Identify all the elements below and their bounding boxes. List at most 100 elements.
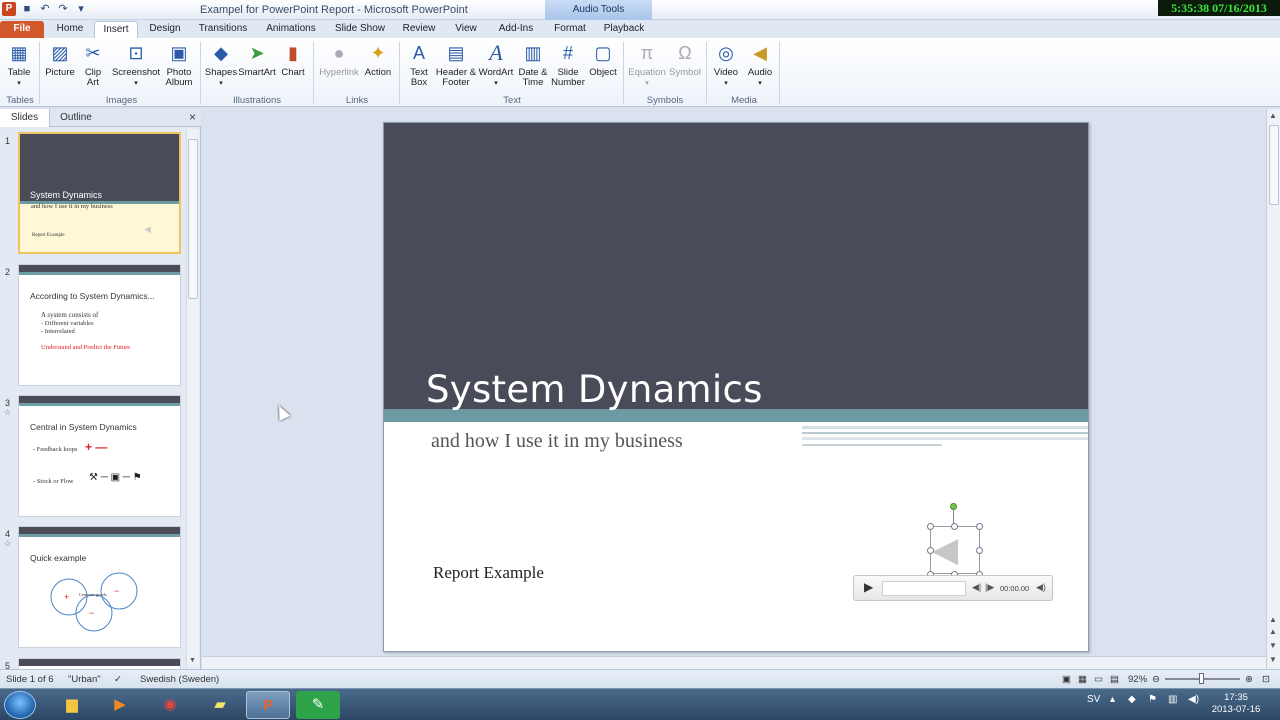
slide-footer-text[interactable]: Report Example (433, 563, 544, 583)
slides-pane-scrollbar[interactable]: ▼ (186, 129, 199, 667)
scroll-down-icon[interactable]: ▼ (1269, 655, 1277, 664)
slide-title[interactable]: System Dynamics (426, 368, 763, 411)
zoom-slider-knob[interactable] (1199, 673, 1204, 684)
volume-tray-icon[interactable]: ◀) (1188, 694, 1199, 705)
media-player-icon[interactable]: ▶ (98, 691, 142, 719)
play-icon[interactable]: ▶ (864, 580, 873, 594)
rewind-icon[interactable]: ◀| (972, 582, 981, 593)
powerpoint-app-icon[interactable]: P (2, 2, 16, 16)
date-time-button[interactable]: ▥ Date & Time (516, 41, 550, 88)
zoom-level[interactable]: 92% (1128, 674, 1147, 685)
language-status[interactable]: Swedish (Sweden) (140, 674, 219, 685)
zoom-in-icon[interactable]: ⊕ (1245, 674, 1253, 685)
action-button[interactable]: ✦ Action (362, 41, 394, 78)
slide-thumbnail-1[interactable]: System Dynamics and how I use it in my b… (18, 132, 181, 254)
tab-review[interactable]: Review (396, 21, 442, 38)
audio-progress-track[interactable] (882, 581, 966, 596)
table-label: Table (7, 67, 31, 78)
redo-icon[interactable]: ↷ (56, 2, 70, 16)
picture-button[interactable]: ▨ Picture (44, 41, 76, 78)
scrollbar-thumb[interactable] (1269, 125, 1279, 205)
tab-playback[interactable]: Playback (598, 21, 650, 38)
slide-thumbnail-3[interactable]: Central in System Dynamics - Feedback lo… (18, 395, 181, 517)
slide-number-button[interactable]: # Slide Number (550, 41, 586, 88)
powerpoint-taskbar-icon[interactable]: P (246, 691, 290, 719)
tab-slides[interactable]: Slides (0, 109, 50, 127)
tab-design[interactable]: Design (142, 21, 188, 38)
text-box-button[interactable]: A Text Box (404, 41, 434, 88)
scroll-down-icon[interactable]: ▼ (189, 657, 196, 664)
undo-icon[interactable]: ↶ (38, 2, 52, 16)
screenshot-button[interactable]: ⊡ Screenshot ▾ (110, 41, 162, 89)
slide-number: 2 (5, 267, 11, 277)
chrome-icon[interactable]: ◉ (148, 691, 192, 719)
object-button[interactable]: ▢ Object (586, 41, 620, 78)
scroll-up-icon[interactable]: ▲ (1269, 615, 1277, 624)
zoom-out-icon[interactable]: ⊖ (1152, 674, 1160, 685)
hyperlink-button[interactable]: ● Hyperlink (318, 41, 360, 78)
network-icon[interactable]: ▥ (1168, 694, 1177, 705)
input-language[interactable]: SV (1087, 694, 1100, 705)
tab-outline[interactable]: Outline (52, 109, 100, 127)
system-clock[interactable]: 17:35 2013-07-16 (1210, 692, 1262, 716)
start-button-icon[interactable] (4, 691, 36, 719)
symbol-button[interactable]: Ω Symbol (668, 41, 702, 78)
save-icon[interactable]: ■ (20, 2, 34, 16)
tab-add-ins[interactable]: Add-Ins (490, 21, 542, 38)
tab-slide-show[interactable]: Slide Show (328, 21, 392, 38)
clip-art-button[interactable]: ✂ Clip Art (78, 41, 108, 88)
resize-handle[interactable] (927, 547, 934, 554)
equation-button[interactable]: π Equation ▾ (626, 41, 668, 89)
shapes-button[interactable]: ◆ Shapes ▾ (204, 41, 238, 89)
wordart-button[interactable]: A WordArt ▾ (478, 41, 514, 89)
smartart-icon: ➤ (249, 43, 265, 63)
spellcheck-icon[interactable]: ✓ (114, 674, 122, 685)
audio-button[interactable]: ◀ Audio ▾ (744, 41, 776, 89)
sticky-notes-icon[interactable]: ▰ (198, 691, 242, 719)
close-pane-icon[interactable]: × (189, 110, 196, 124)
tab-view[interactable]: View (446, 21, 486, 38)
slideshow-view-icon[interactable]: ▤ (1110, 674, 1119, 685)
fit-to-window-icon[interactable]: ⊡ (1262, 674, 1270, 685)
chart-button[interactable]: ▮ Chart (278, 41, 308, 78)
current-slide[interactable]: System Dynamics and how I use it in my b… (383, 122, 1089, 652)
tab-insert[interactable]: Insert (94, 21, 138, 38)
customize-qat-icon[interactable]: ▾ (74, 2, 88, 16)
photo-album-button[interactable]: ▣ Photo Album (160, 41, 198, 88)
action-center-icon[interactable]: ⚑ (1148, 694, 1157, 705)
explorer-icon[interactable]: ▆ (50, 691, 94, 719)
tab-transitions[interactable]: Transitions (192, 21, 254, 38)
contextual-tab-group-audio-tools: Audio Tools (545, 0, 652, 20)
tab-file[interactable]: File (0, 21, 44, 38)
rotate-handle[interactable] (950, 503, 957, 510)
resize-handle[interactable] (976, 547, 983, 554)
scroll-up-icon[interactable]: ▲ (1269, 111, 1277, 120)
slide-horizontal-scrollbar[interactable] (202, 656, 1266, 669)
reading-view-icon[interactable]: ▭ (1094, 674, 1103, 685)
tray-app-icon[interactable]: ◆ (1128, 694, 1136, 705)
resize-handle[interactable] (951, 523, 958, 530)
normal-view-icon[interactable]: ▣ (1062, 674, 1071, 685)
recorder-taskbar-icon[interactable]: ✎ (296, 691, 340, 719)
resize-handle[interactable] (927, 523, 934, 530)
tab-home[interactable]: Home (50, 21, 90, 38)
slide-vertical-scrollbar[interactable]: ▲ ▲ ▲ ▼ ▼ (1266, 109, 1280, 669)
forward-icon[interactable]: |▶ (985, 582, 994, 593)
slide-thumbnail-2[interactable]: According to System Dynamics... A system… (18, 264, 181, 386)
table-button[interactable]: ▦ Table ▾ (4, 41, 34, 89)
video-button[interactable]: ◎ Video ▾ (710, 41, 742, 89)
volume-icon[interactable]: ◀) (1036, 582, 1046, 593)
tab-format[interactable]: Format (548, 21, 592, 38)
scrollbar-thumb[interactable] (188, 139, 198, 299)
header-footer-button[interactable]: ▤ Header & Footer (434, 41, 478, 88)
next-slide-icon[interactable]: ▼ (1269, 641, 1277, 650)
audio-selection-frame[interactable] (930, 526, 980, 574)
tab-animations[interactable]: Animations (258, 21, 324, 38)
smartart-button[interactable]: ➤ SmartArt (238, 41, 276, 78)
slide-sorter-icon[interactable]: ▦ (1078, 674, 1087, 685)
slide-subtitle[interactable]: and how I use it in my business (431, 430, 683, 453)
resize-handle[interactable] (976, 523, 983, 530)
previous-slide-icon[interactable]: ▲ (1269, 627, 1277, 636)
slide-thumbnail-4[interactable]: Quick example + − − Centrum goods (18, 526, 181, 648)
tray-expand-icon[interactable]: ▴ (1110, 694, 1115, 705)
